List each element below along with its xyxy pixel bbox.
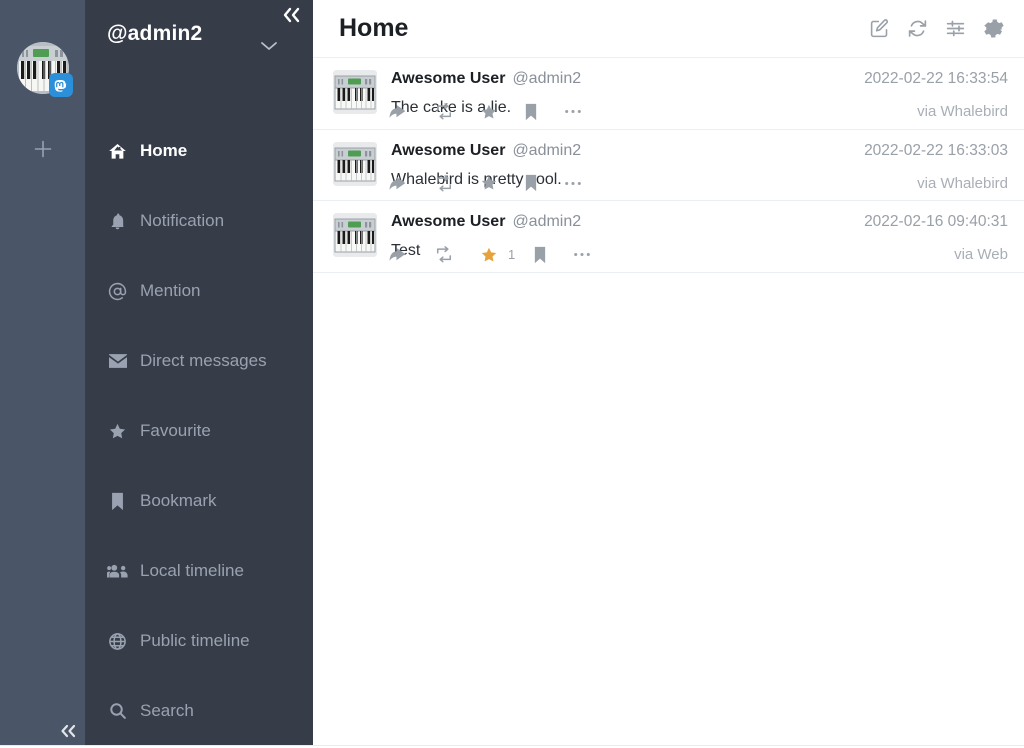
edit-square-icon xyxy=(869,18,890,39)
sidebar-header: @admin2 xyxy=(85,0,313,92)
gear-button[interactable] xyxy=(983,18,1004,39)
sidebar-item-favourite[interactable]: Favourite xyxy=(85,396,313,466)
sidebar-item-label: Home xyxy=(140,141,187,161)
reload-button[interactable] xyxy=(907,18,928,39)
sidebar-item-label: Bookmark xyxy=(140,491,217,511)
add-account-button[interactable] xyxy=(26,132,60,166)
envelope-icon xyxy=(107,353,128,369)
boost-button[interactable] xyxy=(434,246,454,263)
gear-icon xyxy=(983,18,1004,39)
compose-button[interactable] xyxy=(869,18,890,39)
sidebar-collapse-button[interactable] xyxy=(281,6,303,24)
display-name[interactable]: Awesome User xyxy=(391,213,505,231)
sidebar-item-home[interactable]: Home xyxy=(85,116,313,186)
status-header: Awesome User @admin2 2022-02-22 16:33:54 xyxy=(391,70,1008,88)
status-header: Awesome User @admin2 2022-02-22 16:33:03 xyxy=(391,142,1008,160)
account-handle[interactable]: @admin2 xyxy=(512,142,581,160)
sidebar-item-notification[interactable]: Notification xyxy=(85,186,313,256)
account-avatar[interactable] xyxy=(17,42,69,94)
more-button[interactable] xyxy=(573,251,591,258)
double-chevron-left-icon xyxy=(281,6,303,24)
timestamp: 2022-02-22 16:33:54 xyxy=(850,70,1008,88)
bookmark-button[interactable] xyxy=(524,103,538,121)
more-button[interactable] xyxy=(564,180,582,187)
bell-icon xyxy=(107,212,128,231)
sidebar-item-bookmark[interactable]: Bookmark xyxy=(85,466,313,536)
status-item[interactable]: Awesome User @admin2 2022-02-22 16:33:54… xyxy=(313,58,1024,130)
display-name[interactable]: Awesome User xyxy=(391,142,505,160)
status-source: via Whalebird xyxy=(917,103,1008,120)
sidebar-item-label: Public timeline xyxy=(140,631,250,651)
sidebar-item-direct-messages[interactable]: Direct messages xyxy=(85,326,313,396)
more-button[interactable] xyxy=(564,108,582,115)
boost-button[interactable] xyxy=(434,103,454,120)
rail-collapse-button[interactable] xyxy=(0,714,85,748)
page-title: Home xyxy=(339,14,869,43)
status-actions: via Whalebird xyxy=(333,103,1008,121)
double-chevron-left-icon xyxy=(59,723,79,739)
whalebird-window: @admin2 xyxy=(0,0,1024,748)
display-name[interactable]: Awesome User xyxy=(391,70,505,88)
favourite-count: 1 xyxy=(508,247,515,262)
home-icon xyxy=(107,142,128,161)
timestamp: 2022-02-22 16:33:03 xyxy=(850,142,1008,160)
sidebar-item-label: Notification xyxy=(140,211,224,231)
content-header: Home xyxy=(313,0,1024,58)
status-header: Awesome User @admin2 2022-02-16 09:40:31 xyxy=(391,213,1008,231)
favourite-button[interactable] xyxy=(480,174,498,192)
account-handle[interactable]: @admin2 xyxy=(512,70,581,88)
sidebar-item-label: Favourite xyxy=(140,421,211,441)
at-icon xyxy=(107,282,128,301)
sidebar-item-label: Local timeline xyxy=(140,561,244,581)
header-toolbar xyxy=(869,18,1004,39)
boost-button[interactable] xyxy=(434,175,454,192)
users-icon xyxy=(107,563,128,579)
mastodon-badge-icon xyxy=(49,73,73,97)
status-item[interactable]: Awesome User @admin2 2022-02-22 16:33:03… xyxy=(313,130,1024,202)
settings-button[interactable] xyxy=(945,18,966,39)
status-actions: via Whalebird xyxy=(333,174,1008,192)
reply-button[interactable] xyxy=(389,175,408,192)
sidebar-item-label: Mention xyxy=(140,281,200,301)
sidebar-item-label: Search xyxy=(140,701,194,721)
sidebar: @admin2 xyxy=(85,0,313,748)
account-handle[interactable]: @admin2 xyxy=(512,213,581,231)
account-dropdown-button[interactable] xyxy=(259,40,279,52)
sidebar-item-public-timeline[interactable]: Public timeline xyxy=(85,606,313,676)
bookmark-icon xyxy=(107,492,128,511)
search-icon xyxy=(107,702,128,720)
sidebar-username: @admin2 xyxy=(107,22,202,46)
sidebar-item-search[interactable]: Search xyxy=(85,676,313,746)
bookmark-button[interactable] xyxy=(533,246,547,264)
sidebar-nav: Home Notification Mention xyxy=(85,92,313,746)
sidebar-item-mention[interactable]: Mention xyxy=(85,256,313,326)
home-timeline: Awesome User @admin2 2022-02-22 16:33:54… xyxy=(313,58,1024,748)
status-actions: 1 via Web xyxy=(333,246,1008,264)
status-item[interactable]: Awesome User @admin2 2022-02-16 09:40:31… xyxy=(313,201,1024,273)
refresh-icon xyxy=(907,18,928,39)
chevron-down-icon xyxy=(259,40,279,52)
favourite-button[interactable] xyxy=(480,246,498,264)
favourite-button[interactable] xyxy=(480,103,498,121)
star-icon xyxy=(107,422,128,441)
main-content: Home xyxy=(313,0,1024,748)
status-source: via Web xyxy=(954,246,1008,263)
plus-icon xyxy=(32,138,54,160)
sidebar-item-label: Direct messages xyxy=(140,351,267,371)
sliders-icon xyxy=(945,18,966,39)
status-source: via Whalebird xyxy=(917,175,1008,192)
reply-button[interactable] xyxy=(389,103,408,120)
globe-icon xyxy=(107,632,128,651)
account-rail xyxy=(0,0,85,748)
timestamp: 2022-02-16 09:40:31 xyxy=(850,213,1008,231)
bookmark-button[interactable] xyxy=(524,174,538,192)
sidebar-item-local-timeline[interactable]: Local timeline xyxy=(85,536,313,606)
reply-button[interactable] xyxy=(389,246,408,263)
